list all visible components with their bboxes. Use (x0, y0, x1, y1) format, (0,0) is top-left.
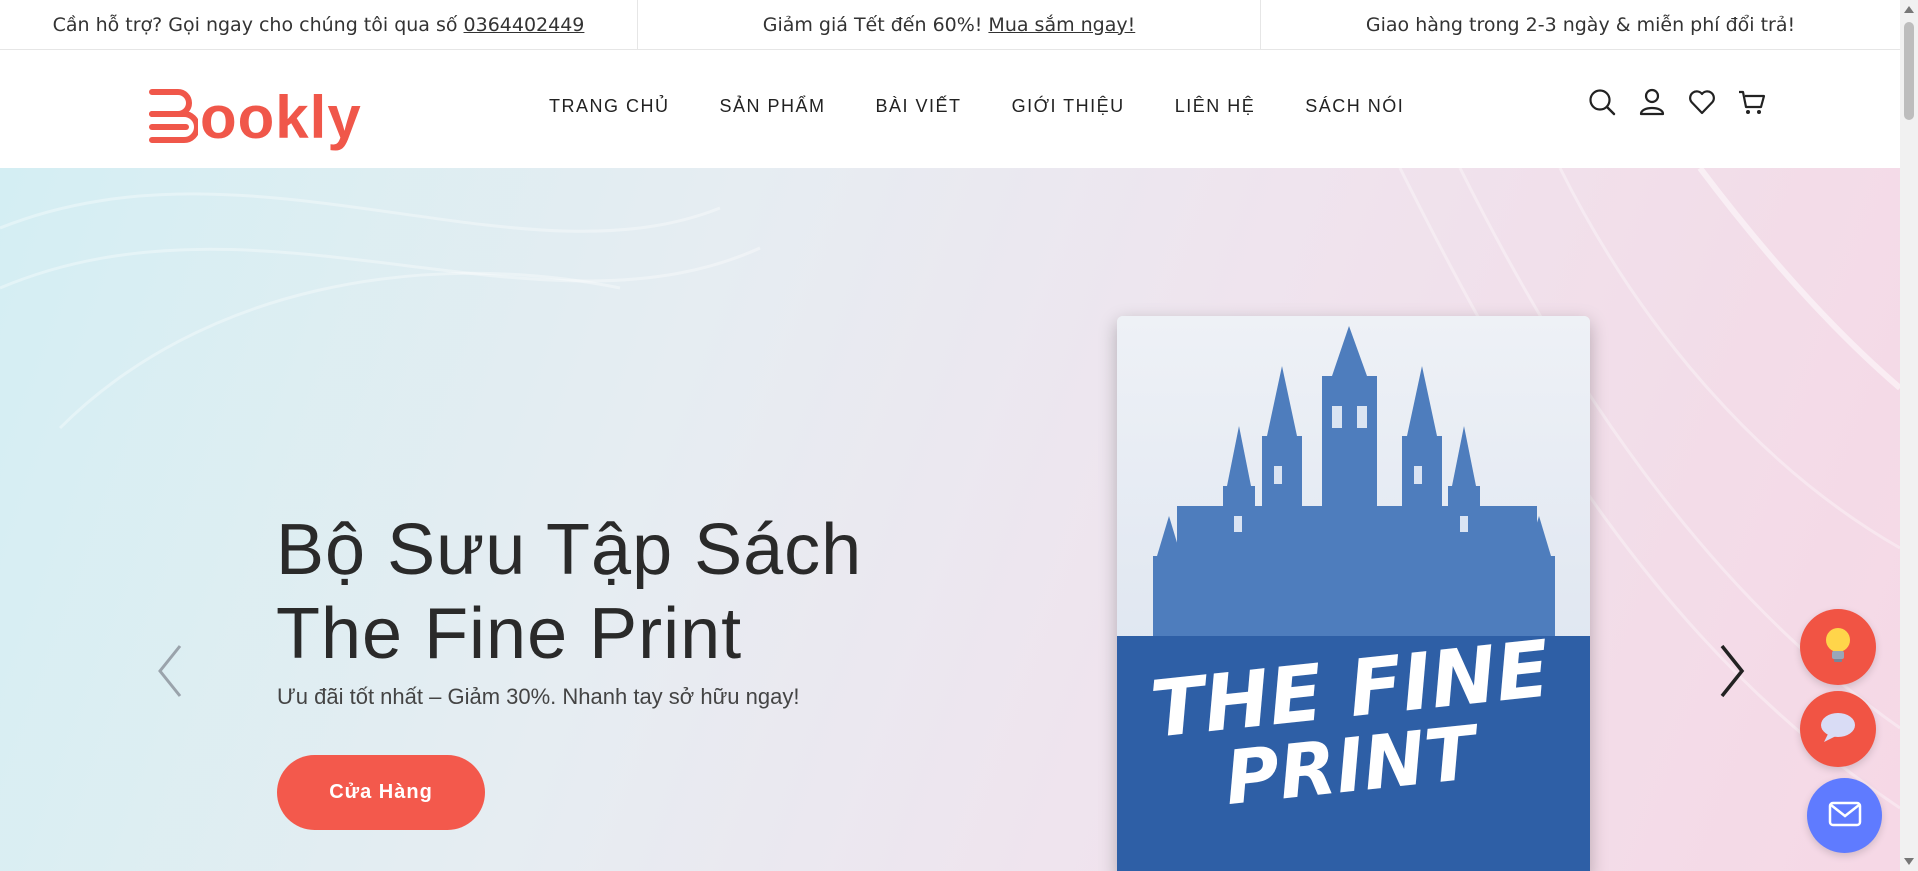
nav-blog[interactable]: BÀI VIẾT (876, 96, 962, 117)
scroll-up-icon[interactable] (1904, 6, 1914, 13)
support-info: Cần hỗ trợ? Gọi ngay cho chúng tôi qua s… (0, 0, 638, 49)
support-text: Cần hỗ trợ? Gọi ngay cho chúng tôi qua s… (52, 13, 458, 36)
cart-icon[interactable] (1738, 88, 1766, 116)
envelope-icon (1828, 801, 1862, 831)
shop-now-link[interactable]: Mua sắm ngay! (988, 14, 1135, 36)
mail-button[interactable] (1807, 778, 1882, 853)
hero-title: Bộ Sưu Tập Sách The Fine Print (276, 508, 976, 676)
book-cover-image: THE FINE PRINT (1117, 316, 1590, 871)
announcement-bar: Cần hỗ trợ? Gọi ngay cho chúng tôi qua s… (0, 0, 1900, 50)
scrollbar-thumb[interactable] (1904, 22, 1914, 120)
logo-b-icon (149, 89, 198, 143)
nav-about[interactable]: GIỚI THIỆU (1012, 96, 1125, 117)
main-nav: TRANG CHỦ SẢN PHẨM BÀI VIẾT GIỚI THIỆU L… (549, 96, 1454, 117)
nav-products[interactable]: SẢN PHẨM (720, 96, 826, 117)
logo-text: ookly (200, 84, 362, 151)
sale-info: Giảm giá Tết đến 60%! Mua sắm ngay! (638, 0, 1261, 49)
shipping-text: Giao hàng trong 2-3 ngày & miễn phí đổi … (1365, 13, 1796, 36)
user-icon[interactable] (1638, 88, 1666, 116)
hero-title-line2: The Fine Print (276, 594, 743, 674)
scroll-down-icon[interactable] (1904, 858, 1914, 865)
shipping-info: Giao hàng trong 2-3 ngày & miễn phí đổi … (1261, 0, 1900, 49)
hero-subtitle: Ưu đãi tốt nhất – Giảm 30%. Nhanh tay sở… (277, 684, 800, 709)
hero-title-line1: Bộ Sưu Tập Sách (276, 510, 863, 590)
hero-slider: Bộ Sưu Tập Sách The Fine Print Ưu đãi tố… (0, 168, 1900, 871)
site-logo[interactable]: ookly (146, 78, 362, 148)
shop-button[interactable]: Cửa Hàng (277, 755, 485, 830)
header-actions (1588, 88, 1766, 116)
page-scrollbar[interactable] (1900, 0, 1918, 871)
nav-home[interactable]: TRANG CHỦ (549, 96, 670, 117)
heart-icon[interactable] (1688, 88, 1716, 116)
slider-next-arrow-icon[interactable] (1712, 641, 1752, 701)
nav-contact[interactable]: LIÊN HỆ (1175, 96, 1256, 117)
site-header: ookly TRANG CHỦ SẢN PHẨM BÀI VIẾT GIỚI T… (0, 50, 1900, 168)
chat-button[interactable] (1800, 691, 1876, 767)
chat-bubble-icon (1818, 710, 1858, 748)
lightbulb-icon (1821, 625, 1855, 669)
idea-button[interactable] (1800, 609, 1876, 685)
nav-audiobooks[interactable]: SÁCH NÓI (1305, 96, 1404, 117)
support-phone-link[interactable]: 0364402449 (464, 14, 585, 36)
search-icon[interactable] (1588, 88, 1616, 116)
slider-prev-arrow-icon[interactable] (150, 641, 190, 701)
sale-text: Giảm giá Tết đến 60%! (762, 13, 983, 36)
